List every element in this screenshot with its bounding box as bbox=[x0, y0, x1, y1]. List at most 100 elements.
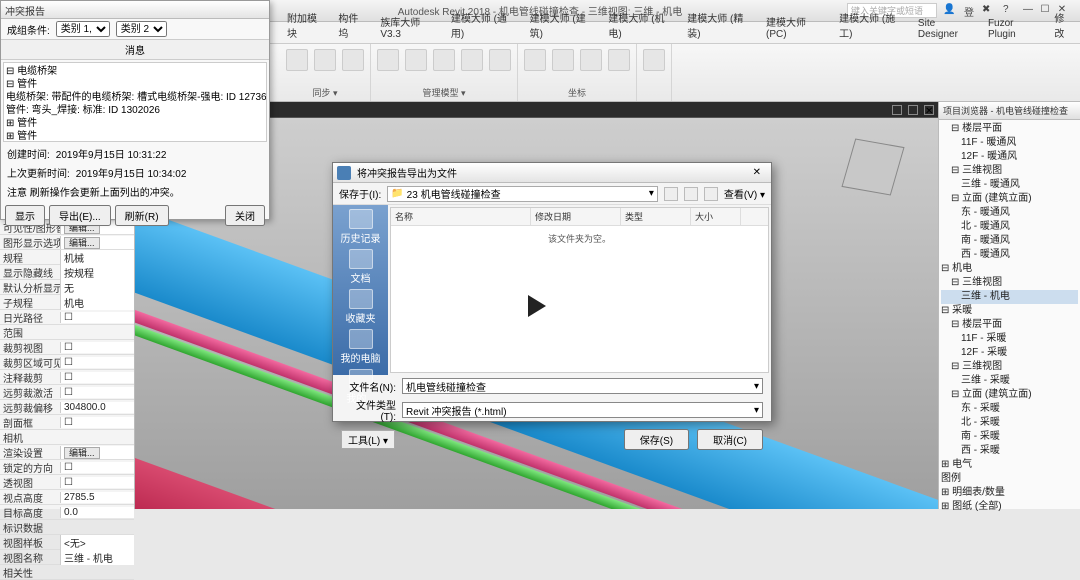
ribbon-tab[interactable]: Site Designer bbox=[911, 15, 981, 43]
back-icon[interactable] bbox=[664, 187, 678, 201]
ribbon-button[interactable] bbox=[489, 49, 511, 71]
tree-node[interactable]: 东 - 采暖 bbox=[941, 402, 1078, 416]
ribbon-tab[interactable]: 族库大师V3.3 bbox=[373, 11, 444, 43]
group1-select[interactable]: 类别 1, bbox=[56, 21, 110, 37]
column-header[interactable]: 类型 bbox=[621, 208, 691, 225]
places-item[interactable]: 我的电脑 bbox=[341, 329, 381, 365]
tree-node[interactable]: 图例 bbox=[941, 472, 1078, 486]
tree-node[interactable]: ⊞ 电气 bbox=[941, 458, 1078, 472]
property-row[interactable]: 锁定的方向☐ bbox=[0, 460, 134, 475]
property-row[interactable]: 标识数据 bbox=[0, 520, 134, 535]
tree-node[interactable]: 东 - 暖通风 bbox=[941, 206, 1078, 220]
places-item[interactable]: 历史记录 bbox=[341, 209, 381, 245]
ribbon-button[interactable] bbox=[524, 49, 546, 71]
ribbon-tab[interactable]: 建模大师 (通用) bbox=[444, 7, 523, 43]
tree-line[interactable]: 管件: 弯头_焊接: 标准: ID 1302026 bbox=[6, 104, 264, 117]
tree-node[interactable]: 12F - 暖通风 bbox=[941, 150, 1078, 164]
tree-line[interactable]: ⊟ 电缆桥架 bbox=[6, 65, 264, 78]
tree-node[interactable]: 12F - 采暖 bbox=[941, 346, 1078, 360]
tools-menu[interactable]: 工具(L) ▾ bbox=[341, 430, 395, 449]
property-row[interactable]: 裁剪视图☐ bbox=[0, 340, 134, 355]
tree-node[interactable]: 11F - 采暖 bbox=[941, 332, 1078, 346]
ribbon-tab[interactable]: 建模大师 (精装) bbox=[680, 7, 759, 43]
file-list[interactable]: 名称修改日期类型大小 该文件夹为空。 bbox=[390, 207, 769, 373]
ribbon-tab[interactable]: 构件坞 bbox=[331, 7, 373, 43]
property-row[interactable]: 目标高度0.0 bbox=[0, 505, 134, 520]
tree-node[interactable]: ⊟ 采暖 bbox=[941, 304, 1078, 318]
play-icon[interactable] bbox=[528, 295, 546, 317]
viewport-min-icon[interactable] bbox=[892, 105, 902, 115]
filename-input[interactable]: 机电管线碰撞检查▾ bbox=[402, 378, 763, 394]
tree-node[interactable]: 11F - 暖通风 bbox=[941, 136, 1078, 150]
tree-node[interactable]: ⊞ 明细表/数量 bbox=[941, 486, 1078, 500]
tree-line[interactable]: 电缆桥架: 带配件的电缆桥架: 槽式电缆桥架-强电: ID 1273616 bbox=[6, 91, 264, 104]
property-row[interactable]: 显示隐藏线按规程 bbox=[0, 265, 134, 280]
tree-line[interactable]: ⊞ 管件 bbox=[6, 117, 264, 130]
ribbon-button[interactable] bbox=[405, 49, 427, 71]
ribbon-tab[interactable]: 附加模块 bbox=[280, 7, 331, 43]
tree-node[interactable]: 北 - 采暖 bbox=[941, 416, 1078, 430]
tree-node[interactable]: 西 - 采暖 bbox=[941, 444, 1078, 458]
property-row[interactable]: 默认分析显示样式无 bbox=[0, 280, 134, 295]
ribbon-tab[interactable]: 修改 bbox=[1047, 7, 1080, 43]
ribbon-button[interactable] bbox=[433, 49, 455, 71]
tree-node[interactable]: ⊟ 楼层平面 bbox=[941, 122, 1078, 136]
property-row[interactable]: 裁剪区域可见☐ bbox=[0, 355, 134, 370]
ribbon-tab[interactable]: 建模大师 (PC) bbox=[759, 11, 832, 43]
ribbon-tab[interactable]: 建模大师 (机电) bbox=[601, 7, 680, 43]
ribbon-tab[interactable]: 建模大师 (建筑) bbox=[523, 7, 602, 43]
property-row[interactable]: 视点高度2785.5 bbox=[0, 490, 134, 505]
dialog-header[interactable]: 将冲突报告导出为文件 ✕ bbox=[333, 163, 771, 183]
ribbon-button[interactable] bbox=[342, 49, 364, 71]
export-button[interactable]: 导出(E)... bbox=[49, 205, 111, 226]
ribbon-button[interactable] bbox=[580, 49, 602, 71]
property-row[interactable]: 剖面框☐ bbox=[0, 415, 134, 430]
tree-node[interactable]: ⊟ 三维视图 bbox=[941, 276, 1078, 290]
ribbon-button[interactable] bbox=[552, 49, 574, 71]
ribbon-button[interactable] bbox=[286, 49, 308, 71]
tree-node[interactable]: ⊟ 机电 bbox=[941, 262, 1078, 276]
tree-node[interactable]: ⊟ 立面 (建筑立面) bbox=[941, 388, 1078, 402]
tree-node[interactable]: 北 - 暖通风 bbox=[941, 220, 1078, 234]
tree-node[interactable]: ⊟ 三维视图 bbox=[941, 360, 1078, 374]
viewcube[interactable] bbox=[841, 138, 904, 195]
ribbon-button[interactable] bbox=[608, 49, 630, 71]
close-report-button[interactable]: 关闭 bbox=[225, 205, 265, 226]
ribbon-button[interactable] bbox=[377, 49, 399, 71]
column-header[interactable]: 大小 bbox=[691, 208, 741, 225]
tree-node[interactable]: ⊟ 立面 (建筑立面) bbox=[941, 192, 1078, 206]
dialog-close-button[interactable]: ✕ bbox=[747, 167, 767, 178]
viewport-close-icon[interactable]: ✕ bbox=[924, 105, 934, 115]
property-row[interactable]: 图形显示选项编辑... bbox=[0, 235, 134, 250]
property-row[interactable]: 远剪裁偏移304800.0 bbox=[0, 400, 134, 415]
tree-node[interactable]: 三维 - 采暖 bbox=[941, 374, 1078, 388]
cancel-button[interactable]: 取消(C) bbox=[697, 429, 763, 450]
property-row[interactable]: 视图名称三维 - 机电 bbox=[0, 550, 134, 565]
tree-node[interactable]: 三维 - 机电 bbox=[941, 290, 1078, 304]
property-row[interactable]: 透视图☐ bbox=[0, 475, 134, 490]
property-row[interactable]: 渲染设置编辑... bbox=[0, 445, 134, 460]
places-item[interactable]: 收藏夹 bbox=[341, 289, 381, 325]
property-row[interactable]: 范围 bbox=[0, 325, 134, 340]
places-item[interactable]: 文档 bbox=[341, 249, 381, 285]
tree-node[interactable]: 三维 - 暖通风 bbox=[941, 178, 1078, 192]
ribbon-button[interactable] bbox=[314, 49, 336, 71]
ribbon-tab[interactable]: Fuzor Plugin bbox=[981, 15, 1047, 43]
property-row[interactable]: 远剪裁激活☐ bbox=[0, 385, 134, 400]
tree-line[interactable]: ⊞ 管件 bbox=[6, 130, 264, 142]
tree-line[interactable]: ⊟ 管件 bbox=[6, 78, 264, 91]
tree-node[interactable]: 西 - 暖通风 bbox=[941, 248, 1078, 262]
folder-combo[interactable]: 📁 23 机电管线碰撞检查 ▾ bbox=[387, 186, 658, 202]
property-row[interactable]: 日光路径☐ bbox=[0, 310, 134, 325]
filetype-combo[interactable]: Revit 冲突报告 (*.html)▾ bbox=[402, 402, 763, 418]
up-icon[interactable] bbox=[684, 187, 698, 201]
delete-icon[interactable] bbox=[704, 187, 718, 201]
property-row[interactable]: 相关性 bbox=[0, 565, 134, 580]
save-button[interactable]: 保存(S) bbox=[624, 429, 689, 450]
clash-tree[interactable]: ⊟ 电缆桥架 ⊟ 管件 电缆桥架: 带配件的电缆桥架: 槽式电缆桥架-强电: I… bbox=[3, 62, 267, 142]
show-button[interactable]: 显示 bbox=[5, 205, 45, 226]
ribbon-tab[interactable]: 建模大师 (施工) bbox=[832, 7, 911, 43]
group2-select[interactable]: 类别 2 bbox=[116, 21, 167, 37]
column-header[interactable]: 修改日期 bbox=[531, 208, 621, 225]
ribbon-button[interactable] bbox=[643, 49, 665, 71]
